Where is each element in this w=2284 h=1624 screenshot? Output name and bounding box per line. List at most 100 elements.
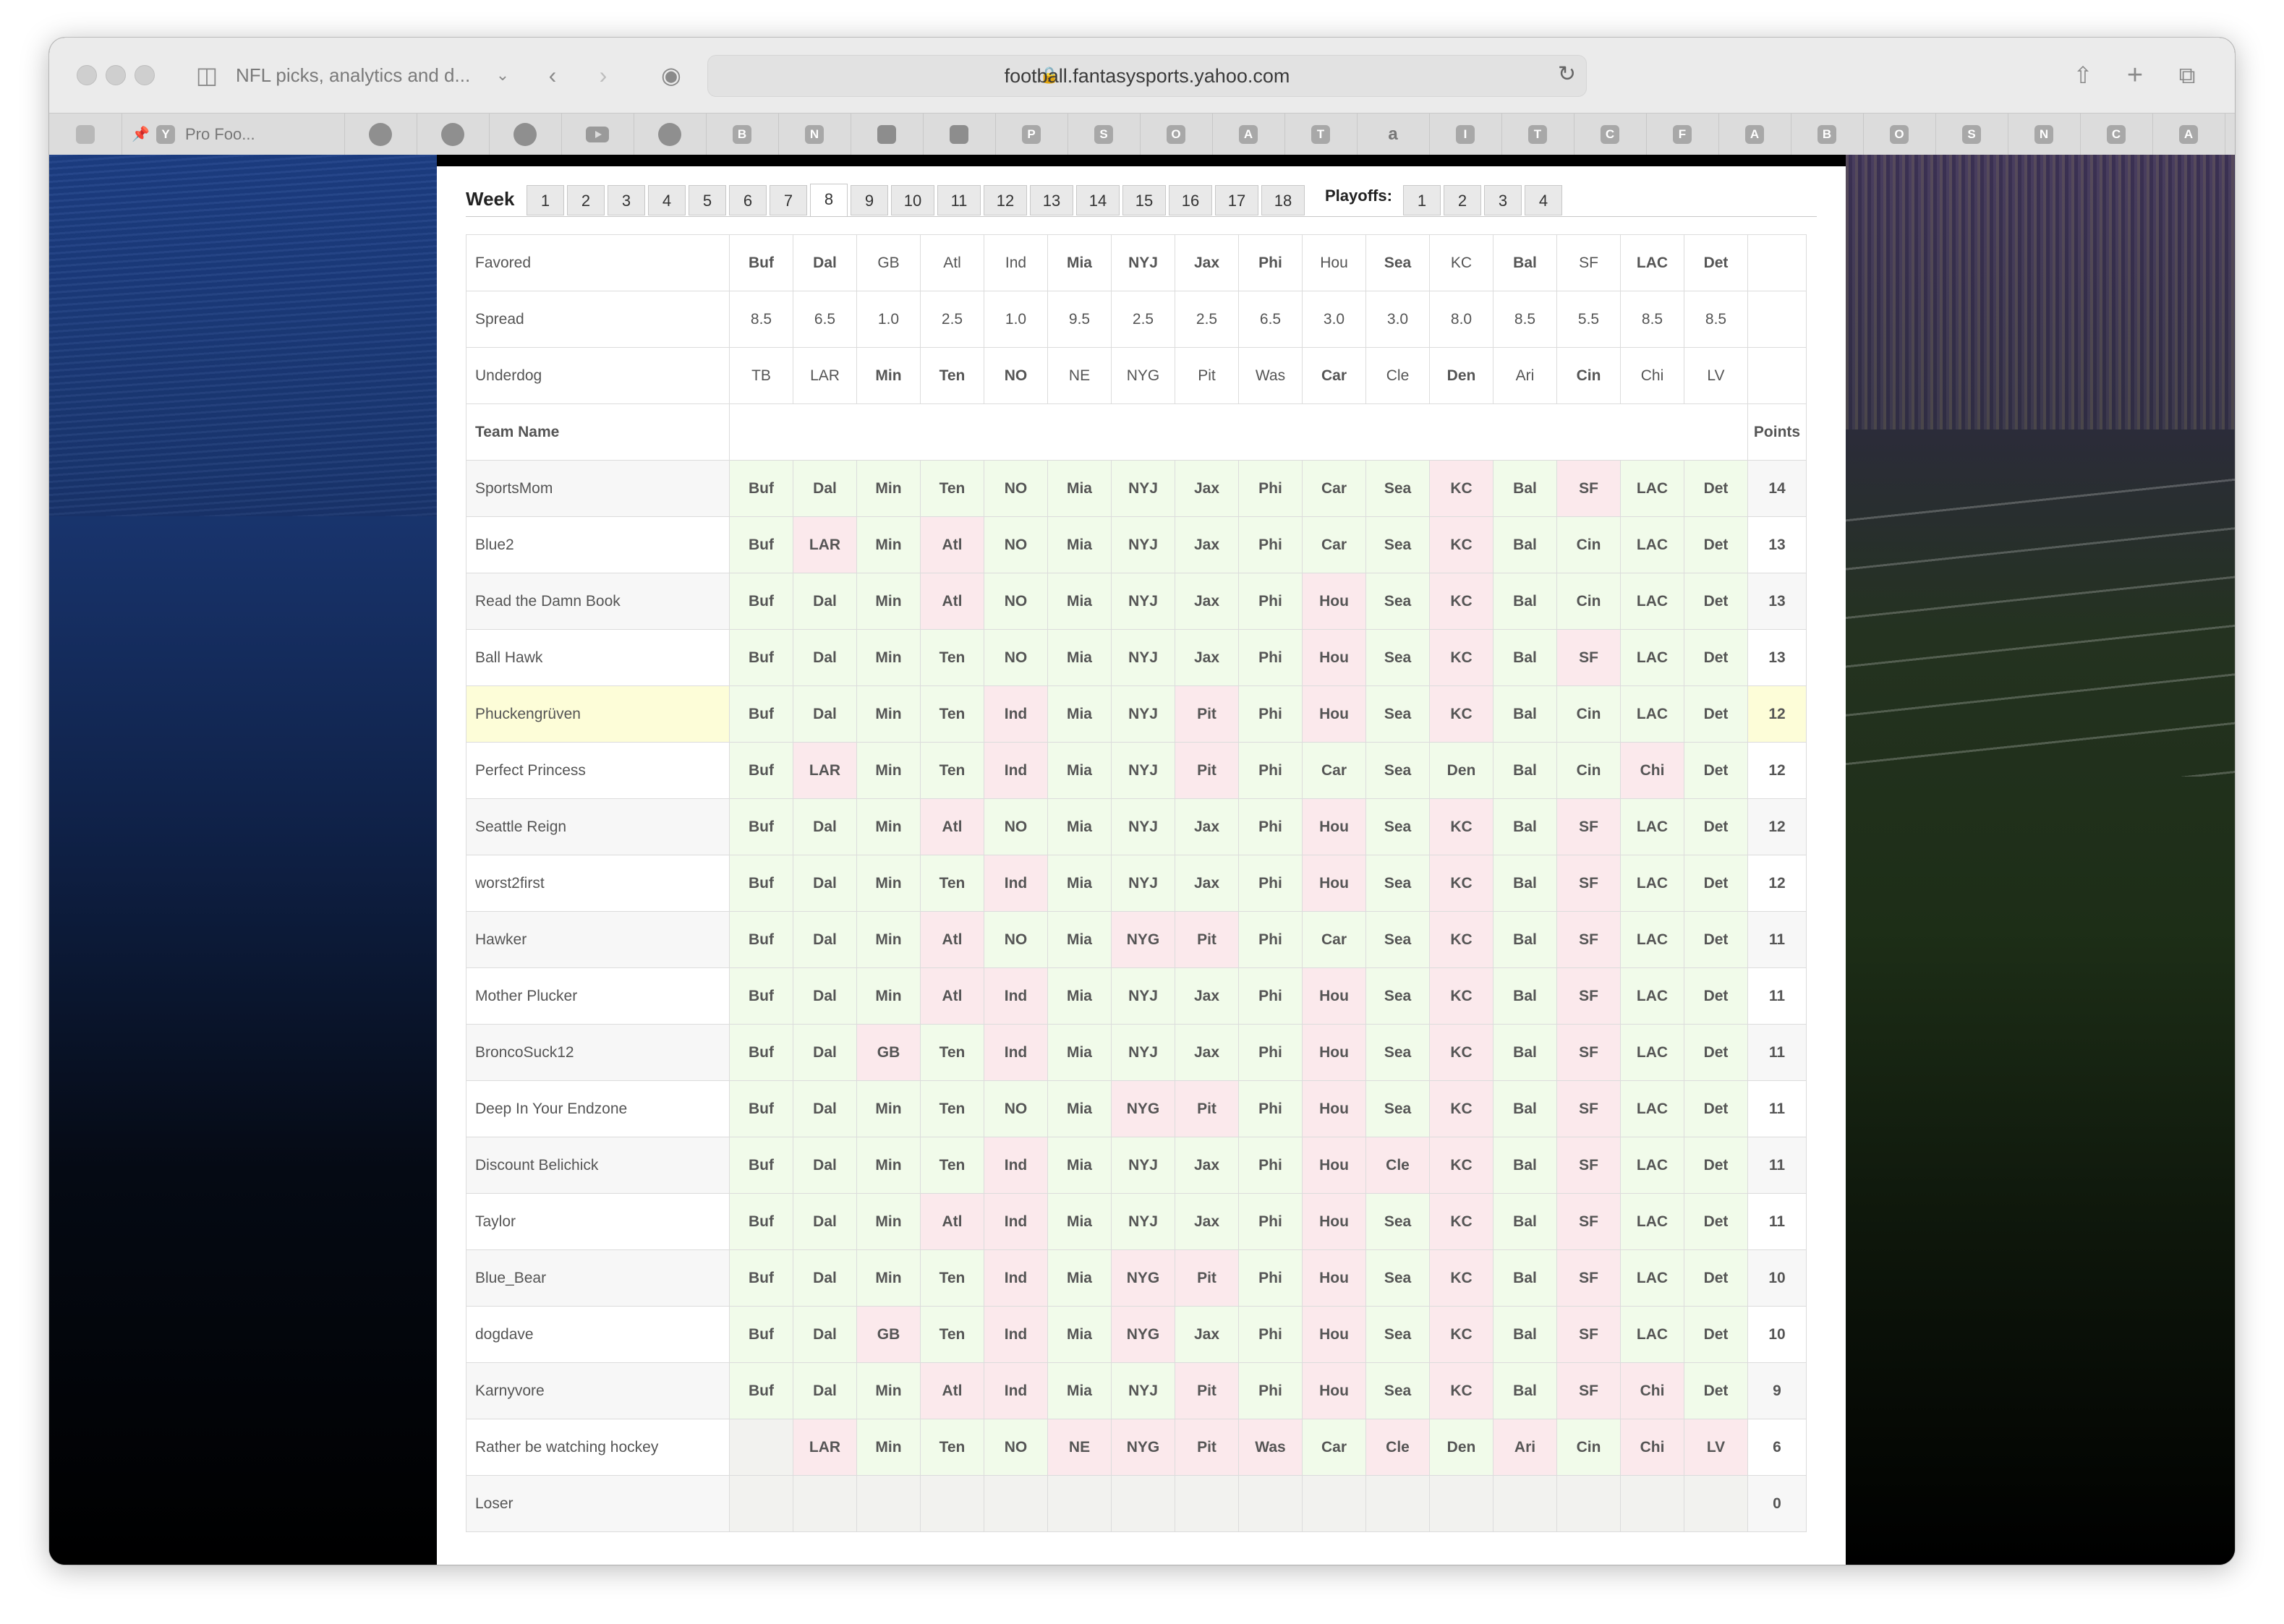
- sidebar-toggle-icon[interactable]: ◫: [191, 59, 223, 91]
- tab-b[interactable]: B: [1791, 114, 1864, 155]
- tab-c[interactable]: C: [1574, 114, 1647, 155]
- tab-a[interactable]: A: [1212, 114, 1285, 155]
- team-name-link[interactable]: Taylor: [466, 1193, 730, 1250]
- tab-f[interactable]: F: [1646, 114, 1719, 155]
- team-name-link[interactable]: Mother Plucker: [466, 967, 730, 1025]
- extension-icon[interactable]: ◉: [655, 59, 687, 91]
- chevron-down-icon[interactable]: ⌄: [492, 59, 514, 91]
- team-name-link[interactable]: Rather be watching hockey: [466, 1419, 730, 1476]
- week-tab-15[interactable]: 15: [1122, 185, 1166, 215]
- team-name-link[interactable]: Blue_Bear: [466, 1249, 730, 1307]
- week-tab-10[interactable]: 10: [891, 185, 934, 215]
- tab-t[interactable]: T: [1501, 114, 1574, 155]
- close-window-button[interactable]: [77, 65, 97, 85]
- tab-github[interactable]: [489, 114, 562, 155]
- pinned-tab-icon[interactable]: [49, 114, 122, 155]
- pick-cell: Phi: [1238, 629, 1303, 686]
- zoom-window-button[interactable]: [135, 65, 155, 85]
- week-tab-18[interactable]: 18: [1261, 185, 1305, 215]
- playoff-tab-3[interactable]: 3: [1484, 185, 1522, 215]
- week-tab-12[interactable]: 12: [984, 185, 1027, 215]
- team-name-link[interactable]: dogdave: [466, 1306, 730, 1363]
- playoff-tab-2[interactable]: 2: [1444, 185, 1481, 215]
- team-row: BroncoSuck12 Buf Dal GB Ten Ind Mia NYJ Jax Phi Ho…: [466, 1024, 1807, 1081]
- tab-i[interactable]: I: [1429, 114, 1502, 155]
- tab-group-title[interactable]: NFL picks, analytics and d...: [236, 59, 470, 91]
- blank-cell: [1747, 291, 1807, 348]
- week-tab-8[interactable]: 8: [810, 184, 848, 217]
- url-text[interactable]: football.fantasysports.yahoo.com: [708, 56, 1586, 96]
- tab-o[interactable]: O: [1863, 114, 1936, 155]
- pick-cell: Buf: [729, 742, 793, 799]
- pick-cell: Bal: [1493, 742, 1557, 799]
- playoff-tab-1[interactable]: 1: [1403, 185, 1441, 215]
- tab-amazon[interactable]: a: [1357, 114, 1430, 155]
- tab-t[interactable]: T: [1284, 114, 1358, 155]
- tab-s[interactable]: S: [1935, 114, 2008, 155]
- team-name-link[interactable]: Hawker: [466, 911, 730, 968]
- tab-o[interactable]: O: [1140, 114, 1213, 155]
- minimize-window-button[interactable]: [106, 65, 126, 85]
- tab-n[interactable]: N: [2008, 114, 2081, 155]
- week-tab-16[interactable]: 16: [1169, 185, 1212, 215]
- pick-cell: Ten: [920, 1137, 984, 1194]
- tab-box[interactable]: [851, 114, 924, 155]
- week-tab-9[interactable]: 9: [851, 185, 888, 215]
- team-name-link[interactable]: Read the Damn Book: [466, 573, 730, 630]
- week-tab-1[interactable]: 1: [527, 185, 564, 215]
- tab-youtube[interactable]: [561, 114, 634, 155]
- tab-box[interactable]: [923, 114, 996, 155]
- team-name-link[interactable]: BroncoSuck12: [466, 1024, 730, 1081]
- tab-overview-icon[interactable]: ⧉: [2171, 59, 2203, 91]
- pick-cell: Atl: [920, 911, 984, 968]
- week-tab-11[interactable]: 11: [937, 185, 981, 215]
- week-tab-4[interactable]: 4: [648, 185, 686, 215]
- team-name-link[interactable]: Phuckengrüven: [466, 685, 730, 743]
- pick-cell: Ten: [920, 1080, 984, 1137]
- pick-cell: Ten: [920, 855, 984, 912]
- share-icon[interactable]: ⇧: [2067, 59, 2099, 91]
- team-name-link[interactable]: Ball Hawk: [466, 629, 730, 686]
- week-tab-17[interactable]: 17: [1215, 185, 1258, 215]
- team-name-link[interactable]: SportsMom: [466, 460, 730, 517]
- new-tab-icon[interactable]: +: [2119, 59, 2151, 91]
- week-tab-5[interactable]: 5: [689, 185, 726, 215]
- pick-cell: Det: [1684, 911, 1748, 968]
- tab-pro-football[interactable]: 📌 Y Pro Foo...: [122, 114, 345, 155]
- team-name-link[interactable]: Seattle Reign: [466, 798, 730, 855]
- tab-c[interactable]: C: [2080, 114, 2153, 155]
- tab-a[interactable]: A: [2152, 114, 2225, 155]
- address-bar[interactable]: 🔒 football.fantasysports.yahoo.com ↻: [707, 55, 1587, 97]
- team-name-link[interactable]: Perfect Princess: [466, 742, 730, 799]
- team-name-link[interactable]: Karnyvore: [466, 1362, 730, 1419]
- tab-s[interactable]: S: [1068, 114, 1141, 155]
- team-name-link[interactable]: Deep In Your Endzone: [466, 1080, 730, 1137]
- week-tab-2[interactable]: 2: [567, 185, 605, 215]
- tab-github[interactable]: [634, 114, 707, 155]
- reload-icon[interactable]: ↻: [1558, 61, 1576, 87]
- team-name-link[interactable]: worst2first: [466, 855, 730, 912]
- team-name-link[interactable]: Loser: [466, 1475, 730, 1532]
- tab-github[interactable]: [417, 114, 490, 155]
- week-tab-7[interactable]: 7: [770, 185, 807, 215]
- tab-s[interactable]: S: [2225, 114, 2235, 155]
- week-tab-13[interactable]: 13: [1030, 185, 1073, 215]
- tab-a[interactable]: A: [1718, 114, 1791, 155]
- week-tab-3[interactable]: 3: [608, 185, 645, 215]
- tab-p[interactable]: P: [995, 114, 1068, 155]
- back-arrow-icon[interactable]: ‹: [538, 59, 567, 91]
- team-name-link[interactable]: Blue2: [466, 516, 730, 573]
- tab-n[interactable]: N: [778, 114, 851, 155]
- spread-cell: 1.0: [984, 291, 1048, 348]
- team-row: Karnyvore Buf Dal Min Atl Ind Mia NYJ Pit Phi Hou S…: [466, 1362, 1807, 1419]
- forward-arrow-icon[interactable]: ›: [589, 59, 618, 91]
- week-tab-14[interactable]: 14: [1076, 185, 1120, 215]
- tab-github[interactable]: [344, 114, 417, 155]
- pick-cell: Phi: [1238, 1080, 1303, 1137]
- favored-cell: Mia: [1047, 234, 1112, 291]
- team-name-link[interactable]: Discount Belichick: [466, 1137, 730, 1194]
- tab-b[interactable]: B: [706, 114, 779, 155]
- week-tab-6[interactable]: 6: [729, 185, 767, 215]
- pick-cell: Pit: [1175, 911, 1239, 968]
- playoff-tab-4[interactable]: 4: [1525, 185, 1562, 215]
